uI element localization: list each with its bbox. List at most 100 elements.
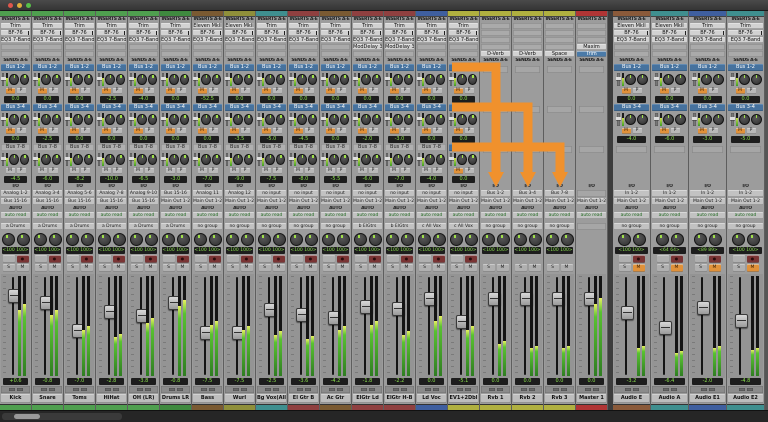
- automation-mode-selector[interactable]: auto read: [417, 212, 446, 219]
- send-pre-button[interactable]: P: [241, 128, 250, 135]
- send-pan-knob[interactable]: [297, 154, 306, 165]
- send-mute-button[interactable]: M: [230, 168, 239, 175]
- output-path-selector[interactable]: Main Out 1-2: [513, 198, 542, 205]
- pan-knob-right[interactable]: [671, 233, 684, 246]
- pan-knob-right[interactable]: [273, 233, 286, 246]
- send-mute-button[interactable]: M: [622, 128, 631, 135]
- volume-fader[interactable]: [697, 301, 710, 315]
- send-assignment-button[interactable]: Bus 1-2: [65, 64, 94, 71]
- insert-slot[interactable]: [577, 30, 606, 36]
- solo-button[interactable]: S: [483, 264, 495, 272]
- track-mini-controls[interactable]: [728, 386, 763, 393]
- send-pre-button[interactable]: P: [113, 88, 122, 95]
- send-pre-button[interactable]: P: [401, 128, 410, 135]
- send-mute-button[interactable]: M: [358, 88, 367, 95]
- send-pan-knob[interactable]: [244, 74, 253, 85]
- group-assignment-selector[interactable]: no group: [545, 223, 574, 230]
- send-pan-knob[interactable]: [436, 74, 445, 85]
- send-mute-button[interactable]: M: [6, 88, 15, 95]
- send-level-fader[interactable]: [731, 73, 734, 86]
- send-assignment-button[interactable]: Bus 1-2: [257, 64, 286, 71]
- insert-slot[interactable]: Trim: [289, 23, 318, 29]
- automation-mode-selector[interactable]: auto read: [1, 212, 30, 219]
- send-pre-button[interactable]: P: [401, 168, 410, 175]
- send-level-fader[interactable]: [162, 73, 164, 86]
- record-enable-button[interactable]: [465, 255, 477, 263]
- insert-slot[interactable]: Eleven MkII: [652, 23, 687, 29]
- send-mute-button[interactable]: M: [38, 128, 47, 135]
- send-pre-button[interactable]: P: [177, 88, 186, 95]
- insert-slot[interactable]: Trim: [161, 23, 190, 29]
- track-name[interactable]: EV1+2Dbl: [449, 394, 478, 403]
- send-pan-knob[interactable]: [20, 74, 29, 85]
- send-pre-button[interactable]: P: [49, 168, 58, 175]
- insert-slot[interactable]: EQ3 7-Band: [33, 37, 62, 43]
- solo-button[interactable]: S: [323, 264, 335, 272]
- pan-knob-right[interactable]: [209, 233, 222, 246]
- send-pan-knob[interactable]: [404, 74, 413, 85]
- mute-button[interactable]: M: [369, 264, 381, 272]
- send-pan-knob[interactable]: [713, 114, 724, 125]
- automation-mode-selector[interactable]: auto read: [193, 212, 222, 219]
- send-level-fader[interactable]: [258, 153, 260, 166]
- insert-slot[interactable]: [225, 44, 254, 50]
- send-pan-knob[interactable]: [329, 74, 338, 85]
- send-level-fader[interactable]: [226, 73, 228, 86]
- send-pre-button[interactable]: P: [305, 128, 314, 135]
- send-pan-knob[interactable]: [201, 114, 210, 125]
- send-pan-knob[interactable]: [425, 74, 434, 85]
- group-assignment-selector[interactable]: c All Vox: [417, 223, 446, 230]
- output-path-selector[interactable]: Main Out 1-2: [321, 198, 350, 205]
- send-assignment-button[interactable]: Bus 1-2: [193, 64, 222, 71]
- send-pan-knob[interactable]: [340, 74, 349, 85]
- send-pan-knob[interactable]: [372, 74, 381, 85]
- pan-knob-left[interactable]: [66, 233, 79, 246]
- record-enable-button[interactable]: [241, 255, 253, 263]
- insert-slot[interactable]: Trim: [577, 51, 606, 57]
- send-pan-knob[interactable]: [663, 114, 674, 125]
- send-pan-knob[interactable]: [116, 154, 125, 165]
- input-path-selector[interactable]: no input: [417, 190, 446, 197]
- send-pan-knob[interactable]: [116, 74, 125, 85]
- send-mute-button[interactable]: M: [622, 88, 631, 95]
- send-level-fader[interactable]: [290, 113, 292, 126]
- send-mute-button[interactable]: M: [294, 168, 303, 175]
- send-assignment-button[interactable]: Bus 3-4: [321, 104, 350, 111]
- send-level-fader[interactable]: [290, 153, 292, 166]
- send-mute-button[interactable]: M: [454, 168, 463, 175]
- send-assignment-button[interactable]: Bus 1-2: [33, 64, 62, 71]
- send-pan-knob[interactable]: [308, 114, 317, 125]
- automation-mode-selector[interactable]: auto read: [97, 212, 126, 219]
- send-assignment-button[interactable]: Bus 3-4: [65, 104, 94, 111]
- track-name[interactable]: Drums LR: [161, 394, 190, 403]
- send-pre-button[interactable]: P: [145, 128, 154, 135]
- send-level-fader[interactable]: [162, 153, 164, 166]
- send-level-fader[interactable]: [98, 153, 100, 166]
- send-assignment-button[interactable]: Bus 1-2: [321, 64, 350, 71]
- output-path-selector[interactable]: Main Out 1-2: [385, 198, 414, 205]
- send-mute-button[interactable]: M: [166, 88, 175, 95]
- pan-knob-left[interactable]: [418, 233, 431, 246]
- automation-mode-selector[interactable]: auto read: [257, 212, 286, 219]
- insert-slot[interactable]: EQ3 7-Band: [385, 37, 414, 43]
- send-level-fader[interactable]: [194, 73, 196, 86]
- automation-mode-selector[interactable]: auto read: [481, 212, 510, 219]
- send-level-fader[interactable]: [354, 113, 356, 126]
- empty-send-slot[interactable]: [515, 106, 540, 113]
- insert-slot[interactable]: [97, 44, 126, 50]
- track-mini-controls[interactable]: [129, 386, 158, 393]
- send-pre-button[interactable]: P: [433, 168, 442, 175]
- send-mute-button[interactable]: M: [326, 168, 335, 175]
- track-mini-controls[interactable]: [417, 386, 446, 393]
- output-path-selector[interactable]: Main Out 1-2: [690, 198, 725, 205]
- solo-button[interactable]: S: [451, 264, 463, 272]
- track-name[interactable]: HiHat: [97, 394, 126, 403]
- insert-slot[interactable]: [513, 44, 542, 50]
- send-pan-knob[interactable]: [180, 74, 189, 85]
- send-pan-knob[interactable]: [180, 114, 189, 125]
- solo-button[interactable]: S: [419, 264, 431, 272]
- send-pan-knob[interactable]: [201, 74, 210, 85]
- pan-knob-left[interactable]: [290, 233, 303, 246]
- solo-button[interactable]: S: [163, 264, 175, 272]
- record-enable-button[interactable]: [401, 255, 413, 263]
